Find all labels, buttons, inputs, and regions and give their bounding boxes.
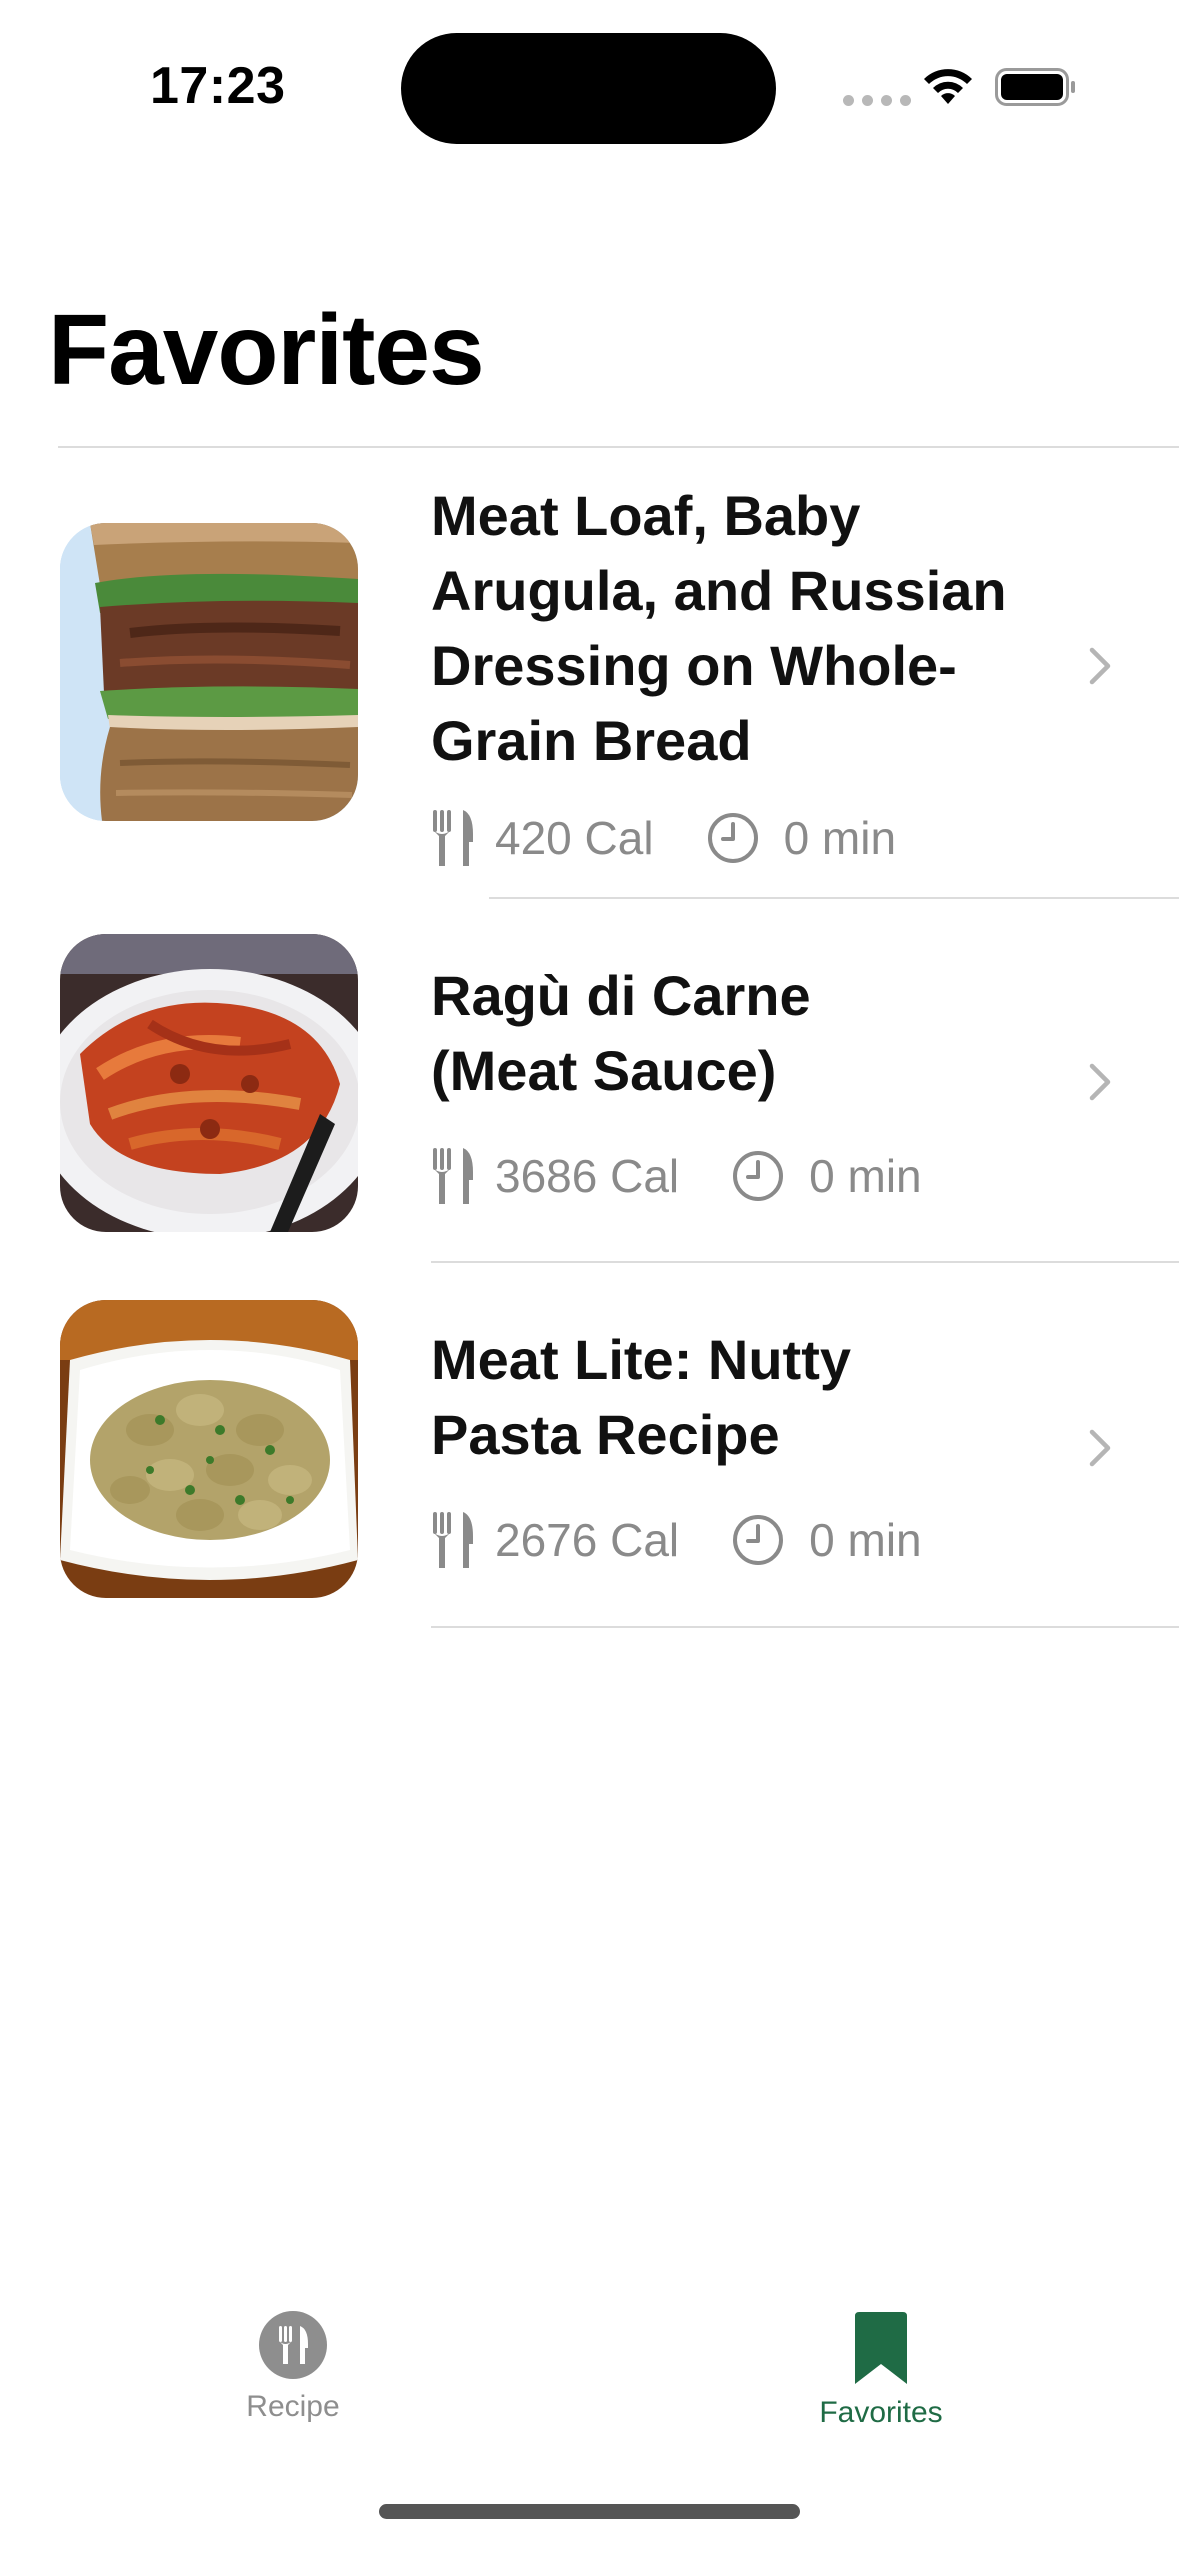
battery-icon (995, 68, 1075, 106)
recipe-row[interactable]: Meat Lite: Nutty Pasta Recipe 2676 Cal 0… (0, 1264, 1179, 1628)
recipe-time: 0 min (809, 1514, 922, 1566)
bookmark-icon (855, 2312, 907, 2384)
tab-label: Recipe (246, 2390, 340, 2423)
recipe-image (60, 1300, 358, 1598)
chevron-right-icon (1089, 647, 1111, 685)
row-divider (489, 897, 1179, 899)
row-divider (431, 1261, 1179, 1263)
fork-knife-icon (433, 810, 473, 866)
recipe-title: Ragù di Carne (Meat Sauce) (431, 964, 811, 1102)
wifi-icon (924, 69, 972, 104)
status-bar: 17:23 (0, 0, 1179, 150)
recipe-row[interactable]: Ragù di Carne (Meat Sauce) 3686 Cal 0 mi… (0, 900, 1179, 1263)
fork-knife-icon (259, 2311, 327, 2379)
clock-icon (733, 1151, 784, 1201)
chevron-right-icon (1089, 1429, 1111, 1467)
recipe-calories: 2676 Cal (495, 1514, 680, 1566)
recipe-calories: 3686 Cal (495, 1150, 680, 1202)
recipe-calories: 420 Cal (495, 812, 654, 864)
recipe-image (60, 934, 358, 1232)
chevron-right-icon (1089, 1063, 1111, 1101)
recipe-image (60, 523, 358, 821)
clock-icon (733, 1515, 784, 1565)
row-divider (431, 1626, 1179, 1628)
recipe-title: Meat Loaf, Baby Arugula, and Russian Dre… (431, 484, 1007, 772)
tab-recipe[interactable]: Recipe (143, 2310, 443, 2450)
recipe-title: Meat Lite: Nutty Pasta Recipe (431, 1328, 851, 1466)
home-indicator[interactable] (379, 2504, 800, 2519)
page-title: Favorites (48, 294, 485, 406)
recipe-time: 0 min (783, 812, 897, 864)
fork-knife-icon (433, 1512, 473, 1568)
cellular-signal-icon (843, 95, 911, 106)
recipe-meta: 3686 Cal 0 min (431, 1144, 922, 1208)
recipe-meta: 2676 Cal 0 min (431, 1508, 922, 1572)
recipe-meta: 420 Cal 0 min (431, 806, 896, 870)
fork-knife-icon (433, 1148, 473, 1204)
clock-icon (707, 813, 758, 863)
tab-favorites[interactable]: Favorites (731, 2310, 1031, 2450)
status-time: 17:23 (150, 57, 286, 115)
recipe-time: 0 min (809, 1150, 922, 1202)
dynamic-island (401, 33, 776, 144)
recipe-row[interactable]: Meat Loaf, Baby Arugula, and Russian Dre… (0, 448, 1179, 899)
tab-label: Favorites (819, 2396, 943, 2429)
